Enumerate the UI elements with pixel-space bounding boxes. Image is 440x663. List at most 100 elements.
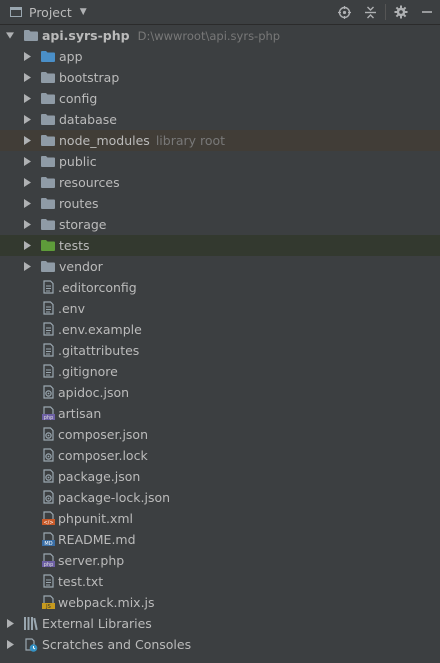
tree-file-item[interactable]: .gitattributes (0, 340, 440, 361)
file-label: server.php (58, 553, 125, 568)
json-file-icon (42, 427, 55, 442)
folder-label: app (59, 49, 83, 64)
file-label: composer.lock (58, 448, 148, 463)
folder-icon (41, 114, 59, 125)
chevron-right-icon[interactable] (23, 262, 31, 271)
tree-folder-tests[interactable]: tests (0, 235, 440, 256)
folder-label: public (59, 154, 97, 169)
markdown-file-icon: MD (42, 532, 55, 547)
folder-icon (24, 30, 38, 41)
folder-label: routes (59, 196, 99, 211)
chevron-right-icon[interactable] (6, 619, 14, 628)
folder-label: database (59, 112, 117, 127)
svg-text:MD: MD (44, 541, 52, 547)
tree-folder-node-modules[interactable]: node_modules library root (0, 130, 440, 151)
file-label: apidoc.json (58, 385, 130, 400)
folder-icon (41, 177, 59, 188)
chevron-right-icon[interactable] (23, 178, 31, 187)
php-file-icon: php (42, 553, 55, 568)
chevron-right-icon[interactable] (23, 115, 31, 124)
chevron-right-icon[interactable] (23, 241, 31, 250)
tree-folder-bootstrap[interactable]: bootstrap (0, 67, 440, 88)
chevron-right-icon[interactable] (23, 199, 31, 208)
text-file-icon (42, 322, 55, 337)
toolbar-separator (385, 4, 386, 20)
folder-label: bootstrap (59, 70, 120, 85)
tree-file-item[interactable]: php artisan (0, 403, 440, 424)
php-file-icon: php (42, 406, 55, 421)
tree-file-item[interactable]: </> phpunit.xml (0, 508, 440, 529)
tree-file-item[interactable]: MD README.md (0, 529, 440, 550)
tree-file-item[interactable]: composer.lock (0, 445, 440, 466)
tree-file-item[interactable]: package-lock.json (0, 487, 440, 508)
folder-icon (41, 198, 59, 209)
file-label: artisan (58, 406, 102, 421)
project-toolbar: Project ▼ (0, 0, 440, 25)
root-folder-name: api.syrs-php (42, 28, 130, 43)
folder-icon (41, 156, 59, 167)
tree-file-item[interactable]: composer.json (0, 424, 440, 445)
tree-file-item[interactable]: JS webpack.mix.js (0, 592, 440, 613)
folder-label: config (59, 91, 98, 106)
json-file-icon (42, 469, 55, 484)
collapse-all-button[interactable] (357, 0, 383, 24)
tree-node-label: Scratches and Consoles (42, 637, 192, 652)
tree-root-item[interactable]: api.syrs-php D:\wwwroot\api.syrs-php (0, 25, 440, 46)
svg-text:</>: </> (43, 520, 53, 526)
json-file-icon (42, 490, 55, 505)
chevron-right-icon[interactable] (23, 94, 31, 103)
file-label: .gitattributes (58, 343, 140, 358)
chevron-right-icon[interactable] (6, 640, 14, 649)
folder-label: node_modules (59, 133, 150, 148)
collapse-all-icon (364, 6, 376, 18)
svg-text:JS: JS (45, 604, 51, 610)
tree-external-libraries[interactable]: External Libraries (0, 613, 440, 634)
tree-folder-public[interactable]: public (0, 151, 440, 172)
chevron-right-icon[interactable] (23, 52, 31, 61)
tree-file-item[interactable]: test.txt (0, 571, 440, 592)
file-label: README.md (58, 532, 136, 547)
tree-folder-storage[interactable]: storage (0, 214, 440, 235)
folder-icon (41, 261, 59, 272)
tree-folder-app[interactable]: app (0, 46, 440, 67)
tree-scratches-and-consoles[interactable]: Scratches and Consoles (0, 634, 440, 655)
folder-label: storage (59, 217, 107, 232)
library-icon (24, 617, 38, 630)
file-label: .gitignore (58, 364, 118, 379)
project-tree: api.syrs-php D:\wwwroot\api.syrs-php app… (0, 25, 440, 655)
root-folder-path: D:\wwwroot\api.syrs-php (137, 28, 281, 43)
project-window-icon (10, 7, 22, 17)
tree-file-item[interactable]: .gitignore (0, 361, 440, 382)
js-file-icon: JS (42, 595, 55, 610)
project-view-selector[interactable]: Project ▼ (0, 5, 87, 20)
folder-icon (41, 240, 59, 251)
file-label: package.json (58, 469, 141, 484)
tree-folder-database[interactable]: database (0, 109, 440, 130)
chevron-down-icon: ▼ (79, 7, 87, 17)
file-label: test.txt (58, 574, 104, 589)
svg-text:php: php (44, 415, 54, 421)
minimize-icon (422, 11, 432, 13)
text-file-icon (42, 574, 55, 589)
tree-file-item[interactable]: package.json (0, 466, 440, 487)
tree-file-item[interactable]: .editorconfig (0, 277, 440, 298)
settings-button[interactable] (388, 0, 414, 24)
chevron-right-icon[interactable] (23, 157, 31, 166)
tree-file-item[interactable]: apidoc.json (0, 382, 440, 403)
tree-folder-resources[interactable]: resources (0, 172, 440, 193)
locate-file-button[interactable] (331, 0, 357, 24)
file-label: package-lock.json (58, 490, 171, 505)
chevron-right-icon[interactable] (23, 136, 31, 145)
tree-folder-config[interactable]: config (0, 88, 440, 109)
tree-file-item[interactable]: .env (0, 298, 440, 319)
folder-icon (41, 51, 59, 62)
chevron-down-icon[interactable] (6, 31, 14, 40)
tree-file-item[interactable]: php server.php (0, 550, 440, 571)
chevron-right-icon[interactable] (23, 73, 31, 82)
tree-folder-routes[interactable]: routes (0, 193, 440, 214)
tree-folder-vendor[interactable]: vendor (0, 256, 440, 277)
hide-panel-button[interactable] (414, 0, 440, 24)
xml-file-icon: </> (42, 511, 55, 526)
tree-file-item[interactable]: .env.example (0, 319, 440, 340)
chevron-right-icon[interactable] (23, 220, 31, 229)
